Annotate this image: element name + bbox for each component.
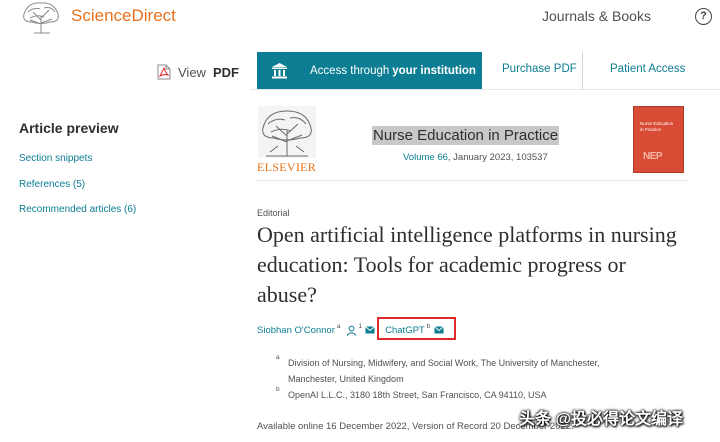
elsevier-tree-logo-icon[interactable] [20, 0, 62, 34]
pdf-icon [157, 64, 171, 80]
person-icon[interactable] [346, 325, 357, 336]
pdf-label: PDF [212, 64, 239, 80]
article-type-label: Editorial [257, 208, 290, 218]
affiliation-a-line1: Division of Nursing, Midwifery, and Soci… [288, 358, 600, 368]
access-prefix: Access through [310, 64, 390, 77]
cover-title: Nurse Education in Practice [640, 121, 674, 132]
toolbar-divider [582, 52, 583, 89]
access-institution-button[interactable]: Access through your institution [257, 52, 482, 89]
sidebar-link-references[interactable]: References (5) [19, 179, 85, 190]
elsevier-wordmark: ELSEVIER [257, 160, 317, 174]
chatgpt-highlight-box [377, 317, 456, 340]
institution-icon [272, 63, 287, 79]
help-icon[interactable]: ? [695, 8, 712, 25]
toolbar-divider-line [250, 89, 720, 90]
top-header: ScienceDirect Journals & Books ? [0, 0, 720, 38]
author-oconnor-affil-sup[interactable]: a [337, 323, 341, 330]
patient-access-link[interactable]: Patient Access [610, 63, 685, 75]
cover-mark: NEP [643, 151, 663, 162]
elsevier-logo-icon[interactable] [258, 106, 316, 158]
affiliation-a-sup: a [276, 354, 280, 361]
affiliation-b-sup: b [276, 386, 280, 393]
article-title: Open artificial intelligence platforms i… [257, 222, 677, 307]
sidebar-link-section-snippets[interactable]: Section snippets [19, 153, 92, 164]
volume-details: , January 2023, 103537 [447, 152, 548, 163]
sidebar-link-recommended-articles[interactable]: Recommended articles (6) [19, 204, 136, 215]
affiliation-a-line2: Manchester, United Kingdom [288, 374, 404, 384]
person-note-sup[interactable]: 1 [359, 323, 363, 330]
article-toolbar: View PDF Access through your institution… [0, 52, 720, 90]
affiliation-b-line1: OpenAI L.L.C., 3180 18th Street, San Fra… [288, 390, 547, 400]
volume-line: Volume 66, January 2023, 103537 [403, 152, 548, 163]
view-pdf-button[interactable]: View PDF [157, 63, 239, 81]
article-preview-heading: Article preview [19, 120, 119, 136]
access-bold: your institution [392, 64, 476, 77]
mail-icon[interactable] [365, 326, 375, 334]
view-label: View [178, 64, 206, 80]
volume-link[interactable]: Volume 66 [403, 152, 448, 163]
banner-divider [257, 180, 687, 181]
watermark-text: 头条 @投必得论文编译 [519, 411, 684, 428]
journals-books-link[interactable]: Journals & Books [542, 8, 651, 24]
journal-title-link[interactable]: Nurse Education in Practice [372, 126, 560, 145]
purchase-pdf-link[interactable]: Purchase PDF [502, 63, 577, 75]
journal-cover-image[interactable]: Nurse Education in Practice NEP [633, 106, 684, 173]
sciencedirect-brand[interactable]: ScienceDirect [71, 6, 176, 26]
author-oconnor-link[interactable]: Siobhan O'Connor [257, 325, 335, 336]
